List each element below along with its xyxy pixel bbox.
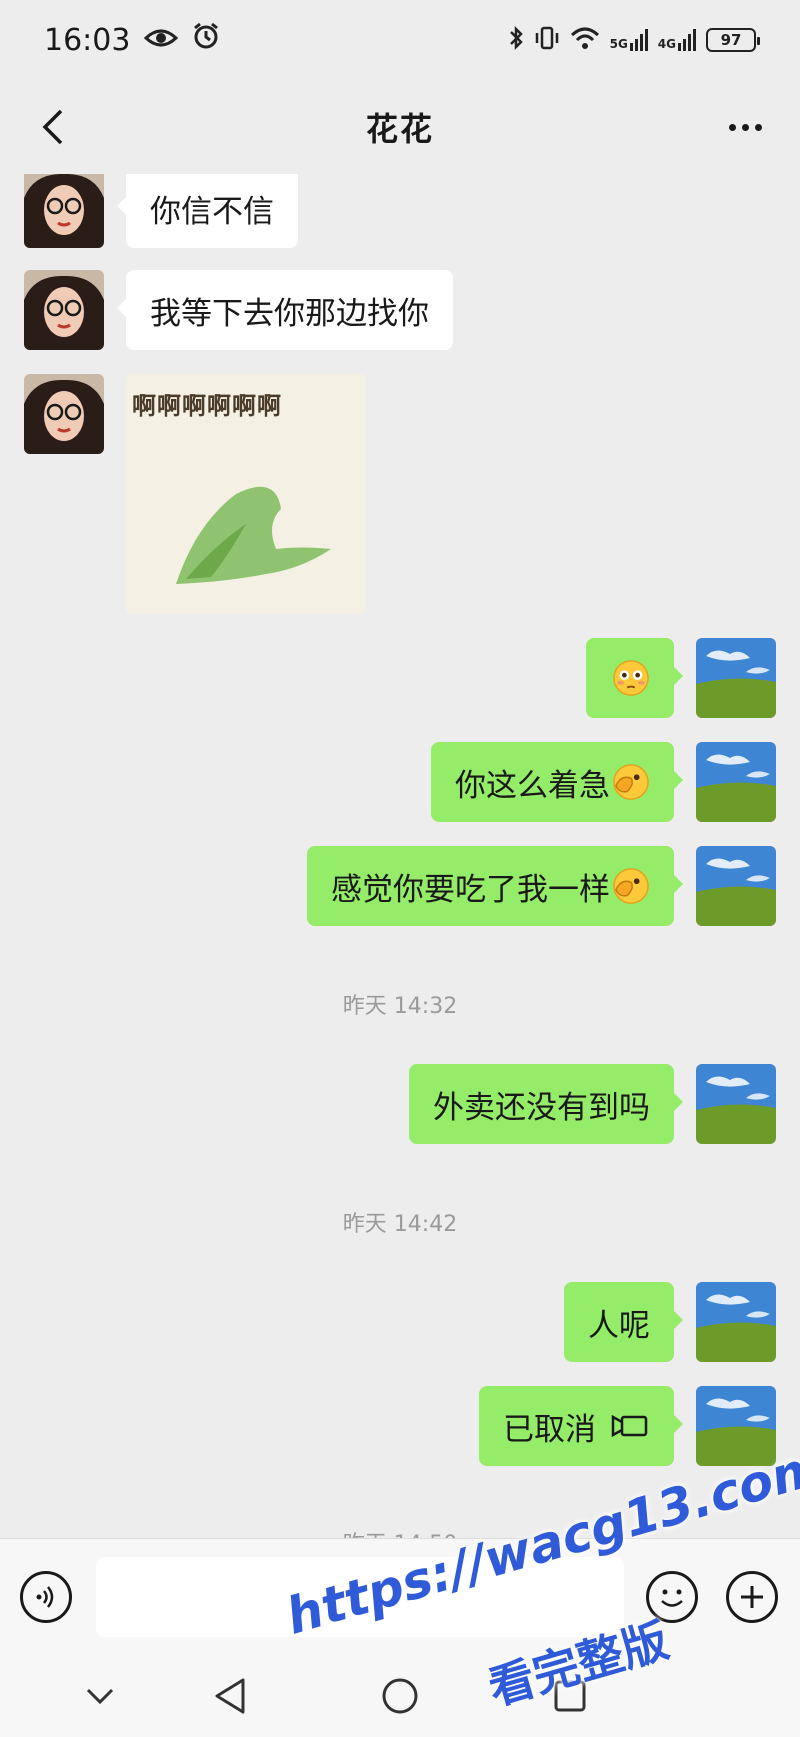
message-bubble[interactable]: 外卖还没有到吗 bbox=[409, 1064, 683, 1144]
message-bubble[interactable]: 我等下去你那边找你 bbox=[117, 270, 453, 350]
status-left: 16:03 bbox=[44, 22, 220, 58]
hand-over-face-icon bbox=[613, 764, 649, 800]
system-recents-button[interactable] bbox=[546, 1672, 594, 1720]
my-avatar[interactable] bbox=[696, 1282, 776, 1362]
message-text: 你这么着急 bbox=[455, 767, 610, 804]
voice-input-button[interactable] bbox=[20, 1571, 72, 1623]
bluetooth-icon bbox=[508, 25, 524, 55]
circle-home-icon bbox=[382, 1678, 418, 1714]
my-avatar[interactable] bbox=[696, 1064, 776, 1144]
hide-keyboard-button[interactable] bbox=[76, 1672, 124, 1720]
video-call-icon bbox=[611, 1414, 648, 1438]
contact-avatar[interactable] bbox=[24, 374, 104, 454]
battery-indicator: 97 bbox=[706, 28, 760, 52]
message-timestamp: 昨天 14:50 bbox=[0, 1526, 800, 1538]
message-bubble[interactable]: 感觉你要吃了我一样 bbox=[307, 846, 683, 926]
message-text: 你信不信 bbox=[150, 193, 274, 230]
alarm-icon bbox=[192, 22, 220, 58]
my-avatar[interactable] bbox=[696, 742, 776, 822]
more-button[interactable] bbox=[720, 102, 770, 152]
sticker-message[interactable]: 啊啊啊啊啊啊 bbox=[126, 374, 366, 614]
hand-over-face-icon bbox=[613, 868, 649, 904]
chat-title: 花花 bbox=[365, 110, 434, 148]
square-recents-icon bbox=[554, 1680, 586, 1712]
chat-header: 花花 bbox=[0, 80, 800, 174]
message-input[interactable] bbox=[96, 1557, 624, 1637]
system-back-button[interactable] bbox=[206, 1672, 254, 1720]
status-bar: 16:03 5G 4G 97 bbox=[0, 0, 800, 80]
my-avatar[interactable] bbox=[696, 846, 776, 926]
triangle-back-icon bbox=[215, 1678, 245, 1714]
wifi-icon bbox=[570, 26, 600, 54]
message-bubble[interactable] bbox=[586, 638, 683, 718]
chevron-left-icon bbox=[42, 109, 63, 145]
message-bubble[interactable]: 你信不信 bbox=[117, 174, 298, 248]
more-dots-icon bbox=[728, 123, 736, 131]
contact-avatar[interactable] bbox=[24, 270, 104, 350]
message-text: 人呢 bbox=[588, 1307, 650, 1344]
my-avatar[interactable] bbox=[696, 638, 776, 718]
back-button[interactable] bbox=[28, 102, 78, 152]
status-right: 5G 4G 97 bbox=[508, 25, 760, 55]
more-functions-button[interactable] bbox=[726, 1571, 778, 1623]
message-text: 我等下去你那边找你 bbox=[150, 295, 429, 332]
flushed-face-icon bbox=[613, 660, 649, 696]
smiley-icon bbox=[661, 1589, 683, 1607]
system-home-button[interactable] bbox=[376, 1672, 424, 1720]
system-navigation-bar bbox=[0, 1654, 800, 1737]
signal-4g: 4G bbox=[658, 29, 696, 51]
voice-icon bbox=[36, 1586, 54, 1608]
message-text: 感觉你要吃了我一样 bbox=[331, 871, 610, 908]
message-input-bar bbox=[0, 1538, 800, 1654]
eye-icon bbox=[144, 23, 179, 58]
frog-sticker-image bbox=[176, 486, 331, 584]
signal-5g: 5G bbox=[610, 29, 648, 51]
contact-avatar[interactable] bbox=[24, 174, 104, 248]
message-text: 外卖还没有到吗 bbox=[433, 1089, 650, 1126]
message-text: 已取消 bbox=[503, 1411, 596, 1448]
chevron-down-icon bbox=[86, 1688, 114, 1705]
plus-icon bbox=[741, 1586, 763, 1608]
emoji-button[interactable] bbox=[646, 1571, 698, 1623]
vibrate-icon bbox=[534, 25, 560, 55]
status-time: 16:03 bbox=[44, 22, 131, 58]
message-timestamp: 昨天 14:32 bbox=[342, 994, 458, 1019]
my-avatar[interactable] bbox=[696, 1386, 776, 1466]
message-bubble[interactable]: 人呢 bbox=[564, 1282, 683, 1362]
chat-messages[interactable]: 你信不信 我等下去你那边找你 啊啊啊啊啊啊 你这么着急 感觉你要吃了我一样 昨天… bbox=[0, 174, 800, 1538]
message-timestamp: 昨天 14:42 bbox=[342, 1212, 458, 1237]
message-bubble[interactable]: 你这么着急 bbox=[431, 742, 683, 822]
call-cancelled-bubble[interactable]: 已取消 bbox=[479, 1386, 683, 1466]
